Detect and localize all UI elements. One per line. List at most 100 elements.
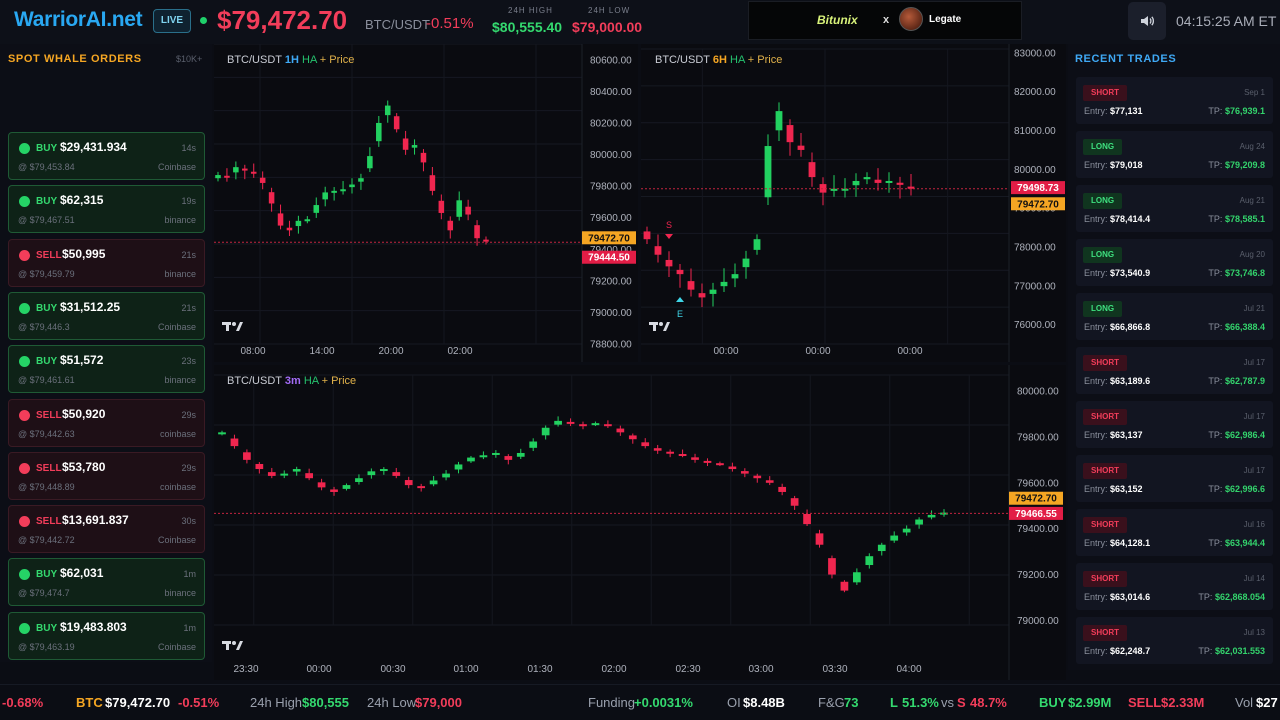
whale-order-item[interactable]: BUY $51,572 23s @ $79,461.61 binance bbox=[8, 345, 205, 394]
whale-orders-filter[interactable]: $10K+ bbox=[176, 54, 202, 64]
candle bbox=[885, 172, 893, 193]
recent-trade-item[interactable]: SHORT Jul 13 Entry: $62,248.7 TP: $62,031.5… bbox=[1076, 617, 1273, 664]
candle bbox=[438, 194, 445, 220]
x-tick-label: 00:00 bbox=[306, 664, 331, 675]
bitunix-logo: Bitunix bbox=[817, 13, 858, 27]
trade-side-badge: SHORT bbox=[1083, 463, 1127, 479]
recent-trade-item[interactable]: LONG Aug 24 Entry: $79,018 TP: $79,209.8 bbox=[1076, 131, 1273, 178]
recent-trade-item[interactable]: SHORT Sep 1 Entry: $77,131 TP: $76,939.1 bbox=[1076, 77, 1273, 124]
x-tick-label: 04:00 bbox=[896, 664, 921, 675]
recent-trade-item[interactable]: SHORT Jul 17 Entry: $63,189.6 TP: $62,787.9 bbox=[1076, 347, 1273, 394]
chart-btc-6h[interactable]: 83000.0082000.0081000.0080000.0079000.00… bbox=[641, 44, 1066, 362]
recent-trade-item[interactable]: SHORT Jul 17 Entry: $63,137 TP: $62,986.4 bbox=[1076, 401, 1273, 448]
live-badge: LIVE bbox=[153, 9, 191, 33]
chart-timeframe[interactable]: 3m bbox=[285, 375, 301, 387]
tradingview-logo-icon bbox=[222, 641, 243, 650]
order-time: 19s bbox=[181, 196, 196, 207]
entry-value: $63,137 bbox=[1110, 430, 1143, 440]
whale-order-item[interactable]: SELL $50,920 29s @ $79,442.63 coinbase bbox=[8, 398, 205, 447]
chart-btc-3m[interactable]: 80000.00 79800.00 79600.00 79400.00 79200.00… bbox=[214, 365, 1066, 680]
order-time: 29s bbox=[181, 462, 196, 473]
speaker-icon[interactable] bbox=[1128, 2, 1166, 40]
trade-entry: Entry: $62,248.7 bbox=[1084, 646, 1150, 656]
recent-trade-item[interactable]: SHORT Jul 17 Entry: $63,152 TP: $62,996.6 bbox=[1076, 455, 1273, 502]
trading-pair: BTC/USDT bbox=[365, 17, 430, 32]
order-price: @ $79,446.3 bbox=[18, 321, 70, 332]
last-price-tag: 79498.73 bbox=[1011, 181, 1065, 195]
recent-trade-item[interactable]: LONG Jul 21 Entry: $66,866.8 TP: $66,388.4 bbox=[1076, 293, 1273, 340]
y-tick-label: 77000.00 bbox=[1014, 281, 1056, 292]
bottom-ticker: -0.68% BTC $79,472.70 -0.51% 24h High $8… bbox=[0, 684, 1280, 720]
candle bbox=[456, 191, 462, 221]
chart-ha-indicator[interactable]: HA bbox=[304, 375, 319, 387]
x-tick-label: 01:00 bbox=[453, 664, 478, 675]
chart-price-indicator[interactable]: Price bbox=[329, 54, 354, 66]
ticker-short-label: S bbox=[957, 695, 966, 710]
trade-side-badge: SHORT bbox=[1083, 517, 1127, 533]
chart-symbol: BTC/USDT bbox=[655, 54, 710, 66]
chart-legend[interactable]: BTC/USDT 1H HA + Price bbox=[227, 54, 354, 66]
order-exchange: Coinbase bbox=[157, 641, 196, 652]
order-exchange: coinbase bbox=[159, 481, 196, 492]
candle bbox=[280, 470, 289, 479]
tp-label: TP: bbox=[1208, 106, 1223, 116]
candle bbox=[643, 226, 651, 245]
trade-entry: Entry: $78,414.4 bbox=[1084, 214, 1150, 224]
entry-value: $64,128.1 bbox=[1110, 538, 1151, 548]
candle bbox=[865, 553, 874, 569]
order-time: 30s bbox=[181, 516, 196, 527]
whale-order-item[interactable]: BUY $31,512.25 21s @ $79,446.3 Coinbase bbox=[8, 291, 205, 340]
whale-order-item[interactable]: SELL $53,780 29s @ $79,448.89 coinbase bbox=[8, 451, 205, 500]
tp-label: TP: bbox=[1208, 430, 1223, 440]
candle bbox=[902, 525, 911, 536]
tp-value: $62,996.6 bbox=[1224, 484, 1265, 494]
tp-value: $76,939.1 bbox=[1224, 106, 1265, 116]
site-logo[interactable]: WarriorAI.net bbox=[14, 8, 143, 32]
chart-plus: + bbox=[321, 375, 329, 387]
trade-tp: TP: $79,209.8 bbox=[1208, 160, 1265, 170]
candle bbox=[579, 421, 587, 430]
y-tick-label: 80000.00 bbox=[1017, 387, 1059, 398]
order-price: @ $79,442.72 bbox=[18, 535, 75, 546]
chart-ha-indicator[interactable]: HA bbox=[730, 54, 745, 66]
whale-order-item[interactable]: BUY $29,431.934 14s @ $79,453.84 Coinbase bbox=[8, 132, 205, 180]
chart-timeframe[interactable]: 6H bbox=[713, 54, 727, 66]
trade-entry: Entry: $77,131 bbox=[1084, 106, 1143, 116]
recent-trade-item[interactable]: LONG Aug 21 Entry: $78,414.4 TP: $78,585.1 bbox=[1076, 185, 1273, 232]
chart-price-indicator[interactable]: Price bbox=[757, 54, 782, 66]
svg-text:79498.73: 79498.73 bbox=[1017, 183, 1059, 194]
order-amount: $13,691.837 bbox=[62, 513, 129, 528]
chart-legend[interactable]: BTC/USDT 3m HA + Price bbox=[227, 375, 356, 387]
whale-order-item[interactable]: BUY $62,031 1m @ $79,474.7 binance bbox=[8, 558, 205, 607]
candle bbox=[678, 449, 687, 458]
chart-btc-1h[interactable]: 80600.00 80400.00 80200.00 80000.00 79800.00… bbox=[214, 44, 638, 362]
whale-order-item[interactable]: BUY $62,315 19s @ $79,467.51 binance bbox=[8, 185, 205, 234]
trade-date: Jul 16 bbox=[1243, 520, 1265, 529]
current-price-tag: 79472.70 bbox=[582, 231, 636, 245]
chart-legend[interactable]: BTC/USDT 6H HA + Price bbox=[655, 54, 782, 66]
candle bbox=[863, 172, 871, 185]
order-price: @ $79,453.84 bbox=[18, 162, 75, 172]
chart-timeframe[interactable]: 1H bbox=[285, 54, 299, 66]
order-exchange: Coinbase bbox=[157, 535, 196, 546]
recent-trade-item[interactable]: LONG Aug 20 Entry: $73,540.9 TP: $73,746.8 bbox=[1076, 239, 1273, 286]
whale-order-item[interactable]: SELL $50,995 21s @ $79,459.79 binance bbox=[8, 238, 205, 287]
y-tick-label: 76000.00 bbox=[1014, 320, 1056, 331]
whale-order-item[interactable]: BUY $19,483.803 1m @ $79,463.19 Coinbase bbox=[8, 611, 205, 660]
ticker-low-label: 24h Low bbox=[367, 695, 417, 710]
entry-value: $66,866.8 bbox=[1110, 322, 1151, 332]
chart-ha-indicator[interactable]: HA bbox=[302, 54, 317, 66]
y-tick-label: 80000.00 bbox=[1014, 165, 1056, 176]
chart-price-indicator[interactable]: Price bbox=[331, 375, 356, 387]
candle bbox=[230, 434, 239, 449]
candle bbox=[304, 216, 311, 224]
candlestick-svg: 80600.00 80400.00 80200.00 80000.00 79800.00… bbox=[214, 44, 636, 362]
recent-trade-item[interactable]: SHORT Jul 14 Entry: $63,014.6 TP: $62,868.0… bbox=[1076, 563, 1273, 610]
entry-signal-marker: E bbox=[677, 309, 683, 319]
candle bbox=[483, 236, 489, 245]
trade-side-badge: SHORT bbox=[1083, 625, 1127, 641]
x-tick-label: 14:00 bbox=[309, 346, 334, 357]
sponsor-banner[interactable]: Bitunix x Legate bbox=[748, 1, 1022, 40]
whale-order-item[interactable]: SELL $13,691.837 30s @ $79,442.72 Coinbase bbox=[8, 505, 205, 554]
recent-trade-item[interactable]: SHORT Jul 16 Entry: $64,128.1 TP: $63,944.4 bbox=[1076, 509, 1273, 556]
